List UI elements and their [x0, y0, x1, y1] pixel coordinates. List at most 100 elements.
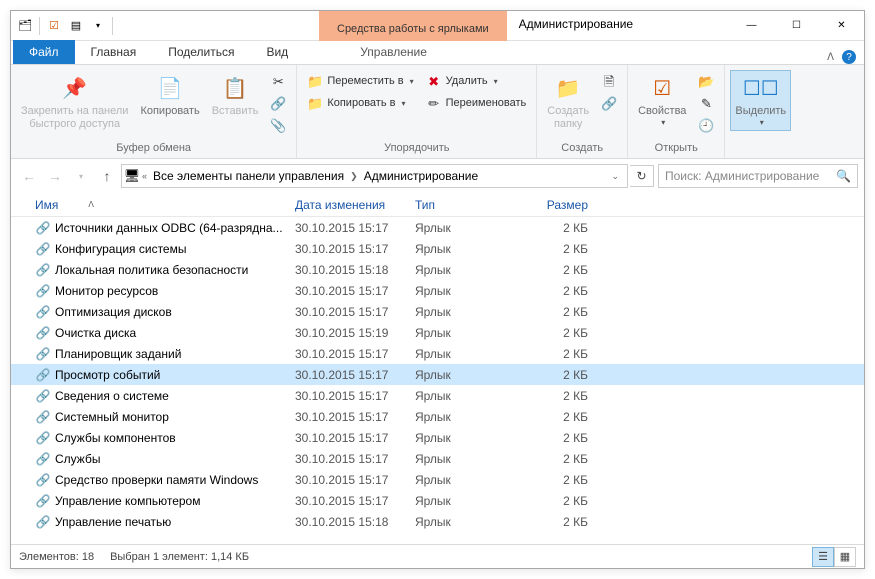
shortcut-icon: 🔗 [35, 262, 51, 278]
file-row[interactable]: 🔗Монитор ресурсов30.10.2015 15:17Ярлык2 … [11, 280, 864, 301]
cell-name: 🔗Управление печатью [29, 513, 289, 531]
file-list[interactable]: Имяᐱ Дата изменения Тип Размер 🔗Источник… [11, 193, 864, 544]
cell-name: 🔗Оптимизация дисков [29, 303, 289, 321]
shortcut-icon: 🔗 [35, 346, 51, 362]
search-icon: 🔍 [836, 169, 851, 183]
history-button[interactable]: 🕘 [694, 115, 718, 137]
dropdown-icon: ▾ [494, 77, 498, 87]
edit-button[interactable]: ✎ [694, 93, 718, 115]
file-row[interactable]: 🔗Просмотр событий30.10.2015 15:17Ярлык2 … [11, 364, 864, 385]
file-row[interactable]: 🔗Службы30.10.2015 15:17Ярлык2 КБ [11, 448, 864, 469]
breadcrumb-chevron-icon[interactable]: ❯ [348, 171, 360, 182]
close-button[interactable]: ✕ [819, 11, 864, 40]
cell-type: Ярлык [409, 472, 524, 488]
tab-manage[interactable]: Управление [344, 40, 443, 64]
titlebar: 🗂 ☑ ▤ ▾ Средства работы с ярлыками Админ… [11, 11, 864, 41]
pin-icon: 📌 [59, 73, 91, 105]
back-button[interactable]: ← [17, 164, 41, 188]
file-row[interactable]: 🔗Средство проверки памяти Windows30.10.2… [11, 469, 864, 490]
pin-label: Закрепить на панели быстрого доступа [21, 105, 128, 131]
properties-qat-icon[interactable]: ☑ [44, 16, 64, 36]
cell-size: 2 КБ [524, 367, 594, 383]
cell-name: 🔗Локальная политика безопасности [29, 261, 289, 279]
dropdown-icon: ▾ [410, 77, 414, 87]
open-button[interactable]: 📂 [694, 71, 718, 93]
dropdown-icon: ▾ [661, 118, 665, 128]
open-icon: 📂 [698, 74, 714, 90]
history-icon: 🕘 [698, 118, 714, 134]
view-details-button[interactable]: ☰ [812, 547, 834, 567]
refresh-button[interactable]: ↻ [630, 165, 654, 187]
paste-label: Вставить [212, 105, 259, 118]
select-button[interactable]: ☐☐ Выделить▾ [731, 71, 790, 130]
cell-date: 30.10.2015 15:17 [289, 472, 409, 488]
col-date[interactable]: Дата изменения [289, 196, 409, 214]
file-row[interactable]: 🔗Сведения о системе30.10.2015 15:17Ярлык… [11, 385, 864, 406]
file-row[interactable]: 🔗Управление компьютером30.10.2015 15:17Я… [11, 490, 864, 511]
move-to-icon: 📁 [307, 74, 323, 90]
file-row[interactable]: 🔗Службы компонентов30.10.2015 15:17Ярлык… [11, 427, 864, 448]
view-icons-button[interactable]: ▦ [834, 547, 856, 567]
tab-file[interactable]: Файл [13, 40, 75, 64]
group-select: ☐☐ Выделить▾ [725, 65, 796, 158]
cell-date: 30.10.2015 15:19 [289, 325, 409, 341]
cell-name: 🔗Планировщик заданий [29, 345, 289, 363]
qat-separator [39, 17, 40, 35]
easy-access-icon: 🔗 [601, 96, 617, 112]
move-to-button[interactable]: 📁Переместить в▾ [303, 71, 417, 93]
minimize-button[interactable]: — [729, 11, 774, 40]
edit-icon: ✎ [698, 96, 714, 112]
qat-dropdown-icon[interactable]: ▾ [88, 16, 108, 36]
cut-icon: ✂ [270, 74, 286, 90]
cell-date: 30.10.2015 15:18 [289, 262, 409, 278]
tab-share[interactable]: Поделиться [152, 40, 250, 64]
easy-access-button: 🔗 [597, 93, 621, 115]
cell-name: 🔗Системный монитор [29, 408, 289, 426]
collapse-ribbon-icon[interactable]: ᐱ [827, 52, 834, 63]
new-folder-qat-icon[interactable]: ▤ [66, 16, 86, 36]
file-row[interactable]: 🔗Управление печатью30.10.2015 15:18Ярлык… [11, 511, 864, 532]
cell-type: Ярлык [409, 262, 524, 278]
col-type[interactable]: Тип [409, 196, 524, 214]
cell-name: 🔗Конфигурация системы [29, 240, 289, 258]
breadcrumb-segment[interactable]: Администрирование [360, 167, 482, 185]
search-input[interactable]: Поиск: Администрирование 🔍 [658, 164, 858, 188]
tab-view[interactable]: Вид [250, 40, 304, 64]
copy-to-button[interactable]: 📁Копировать в▾ [303, 93, 417, 115]
window-controls: — ☐ ✕ [729, 11, 864, 40]
file-row[interactable]: 🔗Очистка диска30.10.2015 15:19Ярлык2 КБ [11, 322, 864, 343]
search-placeholder: Поиск: Администрирование [665, 169, 836, 183]
address-dropdown-icon[interactable]: ⌄ [605, 171, 625, 182]
delete-button[interactable]: ✖Удалить▾ [422, 71, 531, 93]
organize-group-label: Упорядочить [303, 140, 530, 158]
maximize-button[interactable]: ☐ [774, 11, 819, 40]
file-row[interactable]: 🔗Локальная политика безопасности30.10.20… [11, 259, 864, 280]
properties-button[interactable]: ☑ Свойства▾ [634, 71, 690, 130]
cell-type: Ярлык [409, 430, 524, 446]
recent-dropdown[interactable]: ▾ [69, 164, 93, 188]
paste-shortcut-button: 📎 [266, 115, 290, 137]
forward-button[interactable]: → [43, 164, 67, 188]
copy-button[interactable]: 📄 Копировать [136, 71, 203, 120]
col-size[interactable]: Размер [524, 196, 594, 214]
ribbon: 📌 Закрепить на панели быстрого доступа 📄… [11, 65, 864, 159]
breadcrumb-segment[interactable]: Все элементы панели управления [149, 167, 348, 185]
rename-button[interactable]: ✏Переименовать [422, 93, 531, 115]
cell-name: 🔗Очистка диска [29, 324, 289, 342]
cell-type: Ярлык [409, 388, 524, 404]
open-group-label: Открыть [634, 140, 718, 158]
col-name[interactable]: Имяᐱ [29, 196, 289, 214]
file-row[interactable]: 🔗Планировщик заданий30.10.2015 15:17Ярлы… [11, 343, 864, 364]
help-icon[interactable]: ? [842, 50, 856, 64]
new-item-icon: 🗎 [601, 74, 617, 90]
address-bar[interactable]: 🖥 « Все элементы панели управления ❯ Адм… [121, 164, 628, 188]
file-row[interactable]: 🔗Системный монитор30.10.2015 15:17Ярлык2… [11, 406, 864, 427]
ribbon-right-controls: ᐱ ? [827, 50, 864, 64]
file-row[interactable]: 🔗Конфигурация системы30.10.2015 15:17Ярл… [11, 238, 864, 259]
file-row[interactable]: 🔗Оптимизация дисков30.10.2015 15:17Ярлык… [11, 301, 864, 322]
up-button[interactable]: ↑ [95, 164, 119, 188]
tab-home[interactable]: Главная [75, 40, 153, 64]
cell-date: 30.10.2015 15:17 [289, 346, 409, 362]
file-row[interactable]: 🔗Источники данных ODBC (64-разрядна...30… [11, 217, 864, 238]
copy-label: Копировать [140, 105, 199, 118]
